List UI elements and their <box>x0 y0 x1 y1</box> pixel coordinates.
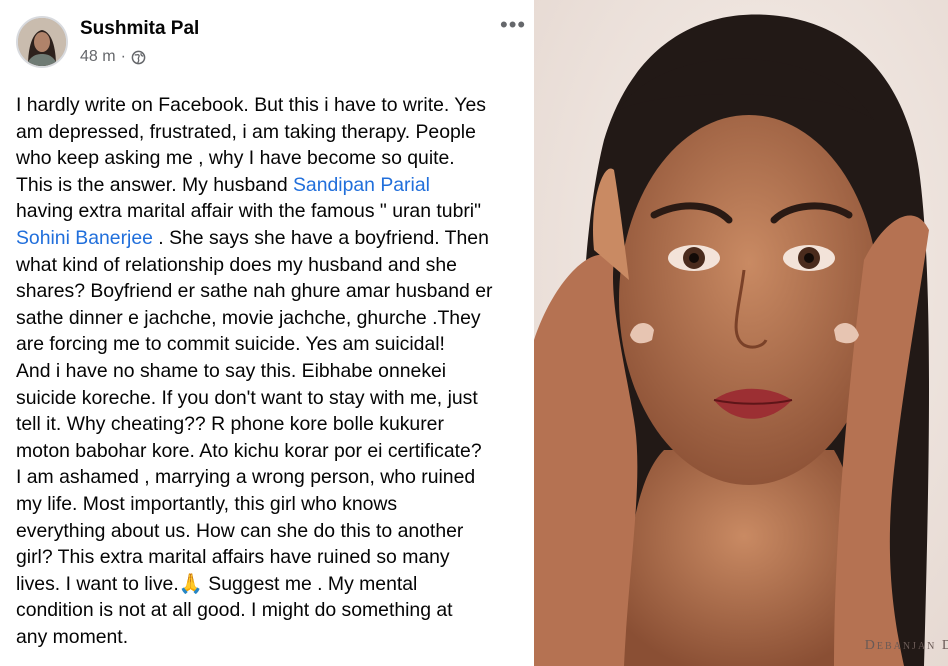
post-text-segment: my life. Most importantly, this girl who… <box>16 492 398 515</box>
author-name[interactable]: Sushmita Pal <box>80 18 199 40</box>
post-text-line: suicide koreche. If you don't want to st… <box>16 385 534 412</box>
post-meta: 48 m · <box>80 48 146 66</box>
post-body-text: I hardly write on Facebook. But this i h… <box>16 92 534 650</box>
post-text-line: what kind of relationship does my husban… <box>16 252 534 279</box>
post-text-line: This is the answer. My husband Sandipan … <box>16 172 534 199</box>
post-text-segment: Suggest me . My mental <box>202 572 418 595</box>
user-mention-link[interactable]: Sohini Banerjee <box>16 227 153 249</box>
post-text-line: everything about us. How can she do this… <box>16 518 534 545</box>
post-text-segment: any moment. <box>16 625 129 648</box>
post-text-segment: condition is not at all good. I might do… <box>16 599 453 622</box>
portrait-photo <box>534 0 948 666</box>
post-text-line: lives. I want to live.🙏 Suggest me . My … <box>16 571 534 598</box>
post-text-line: Sohini Banerjee . She says she have a bo… <box>16 225 534 252</box>
globe-icon[interactable] <box>131 50 146 65</box>
post-text-segment: what kind of relationship does my husban… <box>16 253 457 276</box>
post-text-line: I am ashamed , marrying a wrong person, … <box>16 464 534 491</box>
facebook-post: Sushmita Pal 48 m · ••• I hardly write o… <box>0 0 534 666</box>
post-text-segment: This is the answer. My husband <box>16 173 293 196</box>
user-mention-link[interactable]: Sandipan Parial <box>293 174 430 196</box>
post-text-segment: . She says she have a boyfriend. Then <box>152 226 489 249</box>
post-text-line: are forcing me to commit suicide. Yes am… <box>16 331 534 358</box>
avatar-photo <box>18 18 66 66</box>
post-text-line: am depressed, frustrated, i am taking th… <box>16 119 534 146</box>
photo-credit-watermark: Debanjan D <box>864 638 948 653</box>
post-text-segment: I am ashamed , marrying a wrong person, … <box>16 466 476 489</box>
post-text-segment: girl? This extra marital affairs have ru… <box>16 546 450 569</box>
post-text-segment: I hardly write on Facebook. But this i h… <box>16 94 486 116</box>
post-text-segment: moton babohar kore. Ato kichu korar por … <box>16 439 482 462</box>
post-text-line: who keep asking me , why I have become s… <box>16 145 534 172</box>
post-text-segment: having extra marital affair with the fam… <box>16 200 481 223</box>
post-text-segment: And i have no shame to say this. Eibhabe… <box>16 359 447 382</box>
post-text-line: I hardly write on Facebook. But this i h… <box>16 92 534 119</box>
author-avatar[interactable] <box>16 16 68 68</box>
more-horizontal-icon: ••• <box>500 12 527 37</box>
post-text-line: sathe dinner e jachche, movie jachche, g… <box>16 305 534 332</box>
post-text-segment: lives. I want to live. <box>16 572 179 595</box>
post-text-line: And i have no shame to say this. Eibhabe… <box>16 358 534 385</box>
post-timestamp[interactable]: 48 m <box>80 48 116 66</box>
post-photo[interactable]: Debanjan D <box>534 0 948 666</box>
post-text-line: any moment. <box>16 624 534 651</box>
folded-hands-emoji-icon: 🙏 <box>178 572 203 595</box>
post-text-segment: suicide koreche. If you don't want to st… <box>16 386 478 409</box>
post-text-line: my life. Most importantly, this girl who… <box>16 491 534 518</box>
meta-separator: · <box>120 48 126 65</box>
post-text-line: tell it. Why cheating?? R phone kore bol… <box>16 411 534 438</box>
post-text-line: shares? Boyfriend er sathe nah ghure ama… <box>16 278 534 305</box>
post-text-segment: shares? Boyfriend er sathe nah ghure ama… <box>16 280 493 303</box>
post-text-segment: everything about us. How can she do this… <box>16 519 464 542</box>
post-text-segment: sathe dinner e jachche, movie jachche, g… <box>16 306 481 329</box>
post-text-segment: are forcing me to commit suicide. Yes am… <box>16 333 445 356</box>
post-text-segment: who keep asking me , why I have become s… <box>16 147 455 170</box>
post-text-segment: am depressed, frustrated, i am taking th… <box>16 120 476 143</box>
post-text-line: moton babohar kore. Ato kichu korar por … <box>16 438 534 465</box>
post-text-line: condition is not at all good. I might do… <box>16 597 534 624</box>
post-text-line: having extra marital affair with the fam… <box>16 198 534 225</box>
more-options-button[interactable]: ••• <box>500 12 526 38</box>
post-text-line: girl? This extra marital affairs have ru… <box>16 544 534 571</box>
post-text-segment: tell it. Why cheating?? R phone kore bol… <box>16 413 444 436</box>
